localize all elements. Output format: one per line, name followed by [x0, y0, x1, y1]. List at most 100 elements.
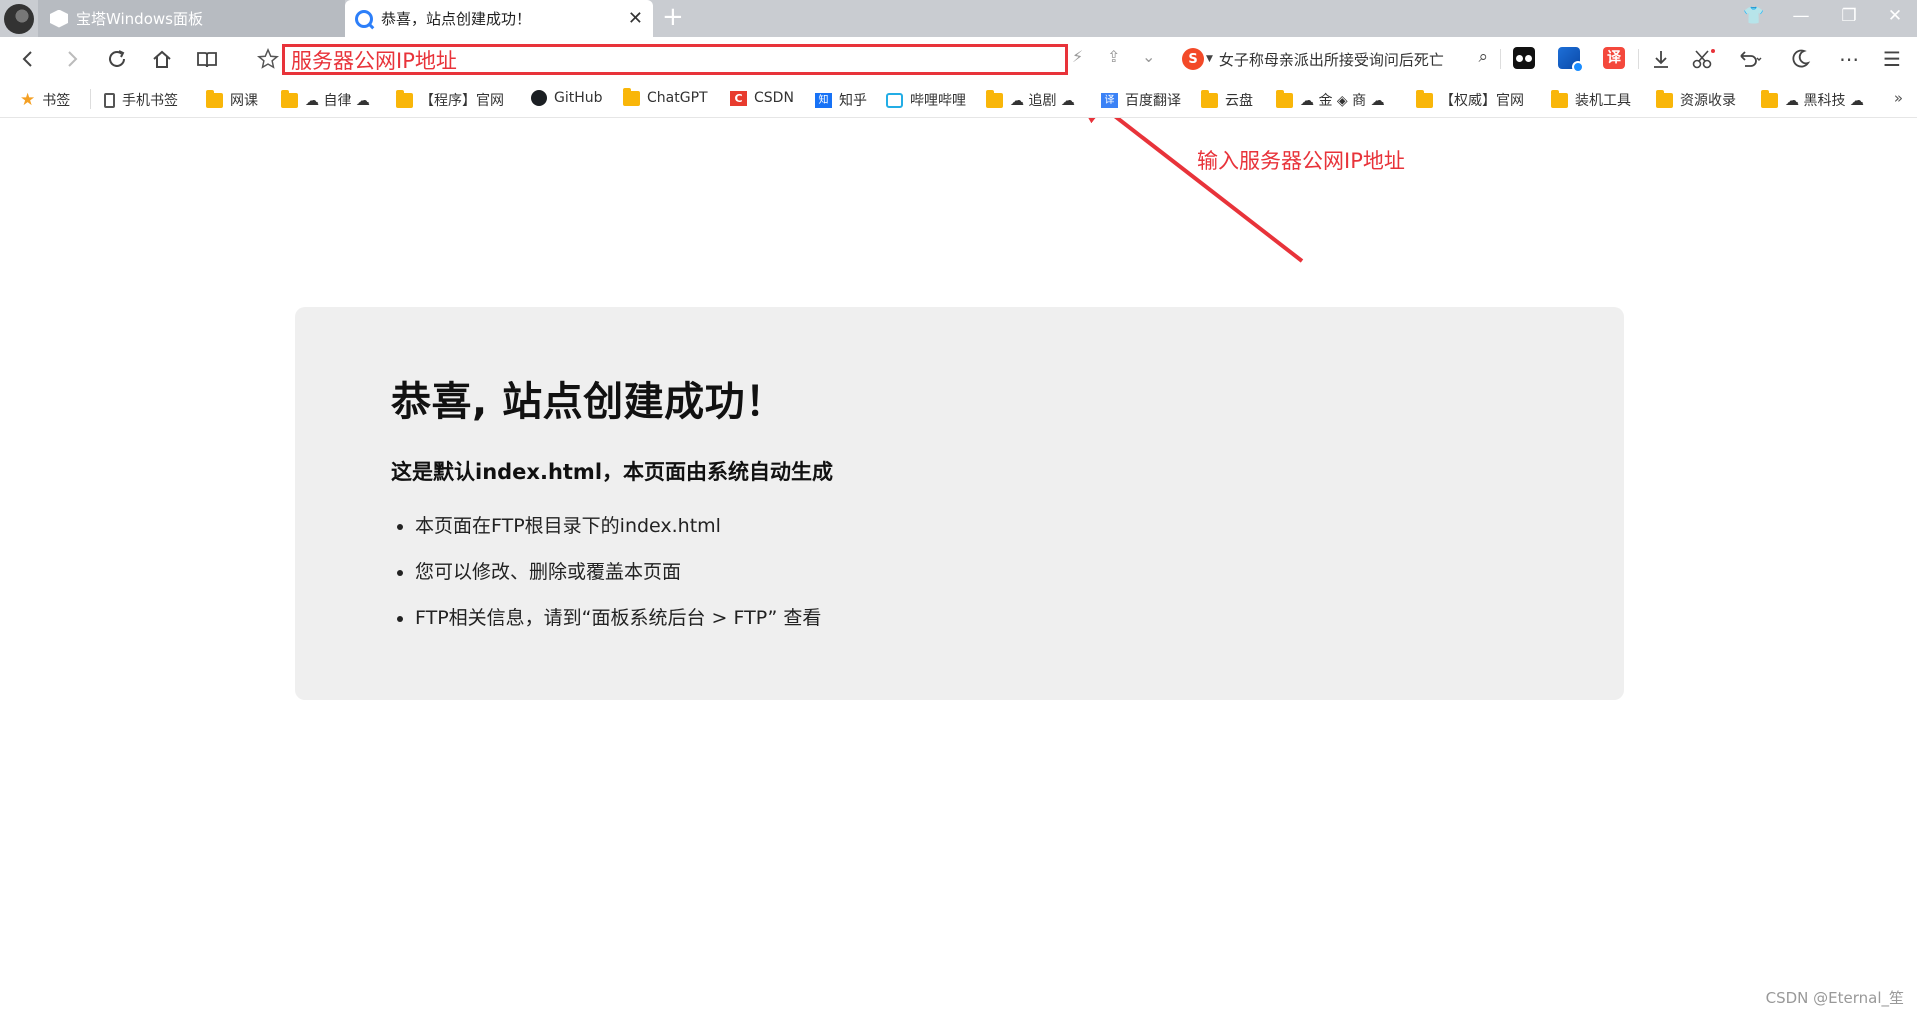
download-icon[interactable] — [1647, 45, 1675, 73]
folder-icon — [623, 87, 640, 106]
bookmark-label: 哔哩哔哩 — [910, 93, 966, 109]
bookmark-label: ☁ 自律 ☁ — [305, 93, 370, 109]
restore-button[interactable]: ❐ — [1834, 6, 1864, 26]
list-item: 本页面在FTP根目录下的index.html — [415, 511, 1528, 538]
bookmark-item[interactable]: 译 百度翻译 — [1101, 90, 1181, 110]
lightning-icon[interactable]: ⚡ — [1072, 47, 1083, 66]
new-tab-button[interactable]: + — [662, 2, 684, 32]
bookmark-folder[interactable]: 云盘 — [1201, 89, 1253, 110]
star-icon: ★ — [20, 90, 36, 110]
phone-icon — [104, 92, 115, 108]
bookmark-folder[interactable]: 【权威】官网 — [1416, 89, 1524, 110]
bookmark-folder[interactable]: ☁ 金 ◈ 商 ☁ — [1276, 89, 1385, 110]
skin-shirt-icon[interactable]: 👕 — [1739, 6, 1769, 26]
tab-strip: 宝塔Windows面板 恭喜，站点创建成功！ ✕ + 👕 — ❐ ✕ — [0, 0, 1917, 37]
bookmark-item[interactable]: 手机书签 — [104, 90, 178, 110]
folder-icon — [1201, 89, 1218, 108]
tab-title: 恭喜，站点创建成功！ — [381, 10, 532, 28]
bookmark-label: 装机工具 — [1575, 93, 1631, 109]
badge — [1572, 61, 1584, 73]
close-window-button[interactable]: ✕ — [1880, 6, 1910, 26]
watermark: CSDN @Eternal_笙 — [1765, 989, 1904, 1007]
bookmark-star-icon[interactable] — [254, 45, 282, 73]
bookmarks-divider — [90, 89, 91, 109]
folder-icon — [1276, 89, 1293, 108]
search-favicon-icon — [355, 9, 373, 28]
folder-icon — [1416, 89, 1433, 108]
folder-icon — [281, 89, 298, 108]
search-box[interactable]: S ▼ 女子称母亲派出所接受询问后死亡 ⌕ — [1182, 45, 1488, 73]
reload-button[interactable] — [103, 45, 131, 73]
minimize-button[interactable]: — — [1786, 6, 1816, 26]
bookmark-folder[interactable]: ChatGPT — [623, 87, 708, 106]
sogou-search-icon[interactable]: S — [1182, 48, 1204, 70]
bookmark-item[interactable]: ★ 书签 — [20, 90, 70, 110]
bookmark-folder[interactable]: 资源收录 — [1656, 89, 1736, 110]
bookmark-label: 书签 — [42, 93, 71, 109]
bookmark-label: 【程序】官网 — [420, 93, 504, 109]
menu-icon[interactable]: ☰ — [1878, 45, 1906, 73]
bookmark-folder[interactable]: ☁ 自律 ☁ — [281, 89, 370, 110]
page-viewport: 输入服务器公网IP地址 恭喜, 站点创建成功！ 这是默认index.html，本… — [0, 118, 1917, 1016]
close-tab-icon[interactable]: ✕ — [628, 8, 643, 29]
bookmark-item[interactable]: 知 知乎 — [815, 90, 867, 110]
bookmark-label: 【权威】官网 — [1440, 93, 1524, 109]
info-list: 本页面在FTP根目录下的index.html 您可以修改、删除或覆盖本页面 FT… — [391, 511, 1528, 630]
bookmarks-overflow-icon[interactable]: » — [1894, 89, 1903, 107]
share-icon[interactable]: ⇪ — [1107, 47, 1120, 66]
bookmark-folder[interactable]: 【程序】官网 — [396, 89, 504, 110]
bookmark-label: ☁ 追剧 ☁ — [1010, 93, 1075, 109]
extension-blue-icon[interactable] — [1558, 47, 1584, 73]
back-button[interactable] — [14, 45, 42, 73]
reading-mode-button[interactable] — [193, 45, 221, 73]
github-icon — [531, 90, 547, 106]
tab-site-created[interactable]: 恭喜，站点创建成功！ ✕ — [345, 0, 653, 37]
chevron-down-icon[interactable]: ⌄ — [1142, 47, 1155, 66]
bilibili-icon — [886, 92, 903, 108]
bookmark-label: ☁ 金 ◈ 商 ☁ — [1300, 93, 1385, 109]
address-bar[interactable] — [282, 44, 1068, 75]
search-suggestion[interactable]: 女子称母亲派出所接受询问后死亡 — [1219, 49, 1459, 70]
bookmark-folder[interactable]: 网课 — [206, 89, 258, 110]
caret-down-icon[interactable]: ▼ — [1206, 54, 1213, 64]
bookmark-item[interactable]: GitHub — [531, 90, 603, 106]
translate-icon: 译 — [1101, 92, 1118, 108]
screenshot-scissors-icon[interactable] — [1690, 45, 1718, 73]
bookmark-label: 百度翻译 — [1125, 93, 1181, 109]
translate-extension-icon[interactable]: 译 — [1603, 47, 1625, 69]
more-options-icon[interactable]: ⋯ — [1835, 45, 1863, 73]
night-mode-icon[interactable] — [1786, 45, 1814, 73]
toolbar-divider — [1500, 49, 1501, 69]
tab-title: 宝塔Windows面板 — [76, 10, 203, 28]
bookmark-label: 手机书签 — [122, 93, 178, 109]
toolbar-divider — [1638, 49, 1639, 69]
undo-icon[interactable] — [1736, 45, 1764, 73]
home-button[interactable] — [148, 45, 176, 73]
zhihu-icon: 知 — [815, 92, 832, 108]
bookmark-folder[interactable]: ☁ 追剧 ☁ — [986, 89, 1075, 110]
bookmark-label: ChatGPT — [647, 90, 708, 106]
bookmark-folder[interactable]: ☁ 黑科技 ☁ — [1761, 89, 1864, 110]
bookmark-label: CSDN — [754, 90, 794, 106]
forward-button[interactable] — [58, 45, 86, 73]
page-subheading: 这是默认index.html，本页面由系统自动生成 — [391, 460, 834, 484]
folder-icon — [1551, 89, 1568, 108]
tab-baota-panel[interactable]: 宝塔Windows面板 — [38, 0, 345, 37]
annotation-arrow-line — [1065, 118, 1304, 263]
bookmark-label: 知乎 — [839, 93, 867, 109]
tampermonkey-extension-icon[interactable] — [1513, 47, 1535, 69]
bookmark-label: GitHub — [554, 90, 603, 106]
bookmark-label: ☁ 黑科技 ☁ — [1785, 93, 1864, 109]
folder-icon — [1761, 89, 1778, 108]
page-heading: 恭喜, 站点创建成功！ — [391, 379, 786, 425]
annotation-label: 输入服务器公网IP地址 — [1197, 149, 1405, 173]
bookmark-item[interactable]: 哔哩哔哩 — [886, 90, 966, 110]
bookmark-label: 资源收录 — [1680, 93, 1736, 109]
profile-avatar[interactable] — [4, 4, 34, 34]
search-icon[interactable]: ⌕ — [1478, 47, 1488, 67]
bookmark-folder[interactable]: 装机工具 — [1551, 89, 1631, 110]
folder-icon — [1656, 89, 1673, 108]
address-input[interactable] — [285, 47, 1065, 72]
bookmark-item[interactable]: C CSDN — [730, 90, 794, 106]
list-item: FTP相关信息，请到“面板系统后台 > FTP” 查看 — [415, 603, 1528, 630]
